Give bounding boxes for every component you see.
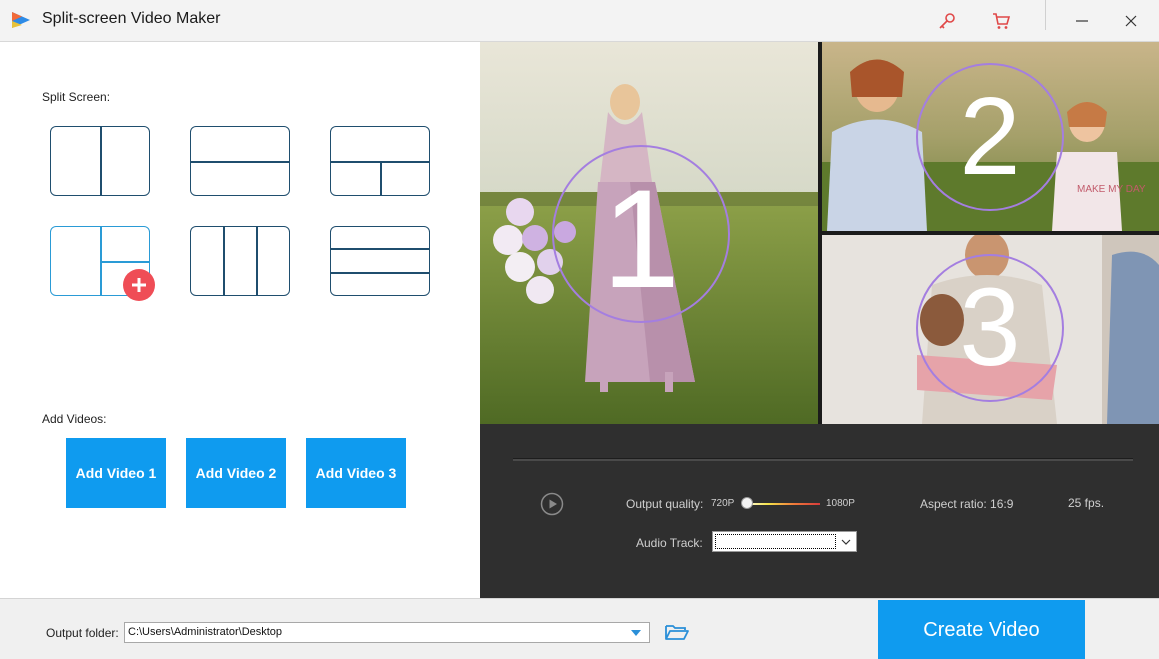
- left-panel: Split Screen: Add Videos: Add Video 1 Ad…: [0, 42, 480, 598]
- key-icon[interactable]: [934, 8, 960, 34]
- audio-track-label: Audio Track:: [636, 536, 703, 550]
- add-layout-plus-icon[interactable]: [123, 269, 155, 301]
- output-folder-label: Output folder:: [46, 626, 119, 640]
- audio-track-select[interactable]: [712, 531, 857, 552]
- pane-1-number: 1: [602, 160, 680, 317]
- add-videos-label: Add Videos:: [42, 412, 107, 426]
- open-folder-icon[interactable]: [664, 621, 690, 643]
- quality-min-label: 720P: [711, 498, 735, 509]
- app-logo-icon: [12, 12, 30, 28]
- title-bar: Split-screen Video Maker: [0, 0, 1159, 42]
- controls-panel: Output quality: 720P 1080P Aspect ratio:…: [480, 424, 1159, 598]
- pane-3-number: 3: [959, 266, 1021, 389]
- layout-top-plus-two-bottom[interactable]: [330, 126, 430, 196]
- bottom-bar: Output folder: C:\Users\Administrator\De…: [0, 598, 1159, 659]
- fps-text: 25 fps.: [1068, 496, 1105, 510]
- quality-max-label: 1080P: [826, 498, 855, 509]
- minimize-icon[interactable]: [1069, 8, 1095, 34]
- app-title: Split-screen Video Maker: [42, 10, 221, 27]
- add-video-2-button[interactable]: Add Video 2: [186, 438, 286, 508]
- output-folder-field[interactable]: C:\Users\Administrator\Desktop: [124, 622, 650, 643]
- layout-three-rows[interactable]: [330, 226, 430, 296]
- preview-area: MAKE MY DAY 1 2 3: [480, 42, 1159, 424]
- aspect-ratio-text: Aspect ratio: 16:9: [920, 497, 1014, 511]
- audio-track-value: [715, 534, 836, 549]
- layout-three-columns[interactable]: [190, 226, 290, 296]
- layout-left-plus-two-right[interactable]: [50, 226, 155, 301]
- chevron-down-icon[interactable]: [836, 532, 856, 551]
- timeline-bar[interactable]: [513, 458, 1133, 461]
- quality-slider-thumb[interactable]: [741, 497, 753, 509]
- play-icon[interactable]: [540, 492, 564, 516]
- quality-slider-track[interactable]: [742, 503, 820, 505]
- titlebar-separator: [1045, 0, 1046, 30]
- output-folder-dropdown-icon[interactable]: [624, 623, 648, 642]
- add-video-3-button[interactable]: Add Video 3: [306, 438, 406, 508]
- pane-2-number: 2: [959, 75, 1021, 198]
- svg-text:MAKE MY DAY: MAKE MY DAY: [1077, 184, 1146, 195]
- layout-two-columns[interactable]: [50, 126, 150, 196]
- cart-icon[interactable]: [988, 8, 1014, 34]
- add-video-1-button[interactable]: Add Video 1: [66, 438, 166, 508]
- output-quality-label: Output quality:: [626, 497, 704, 511]
- split-screen-label: Split Screen:: [42, 90, 111, 104]
- close-icon[interactable]: [1118, 8, 1144, 34]
- layout-two-rows[interactable]: [190, 126, 290, 196]
- create-video-button[interactable]: Create Video: [878, 600, 1085, 659]
